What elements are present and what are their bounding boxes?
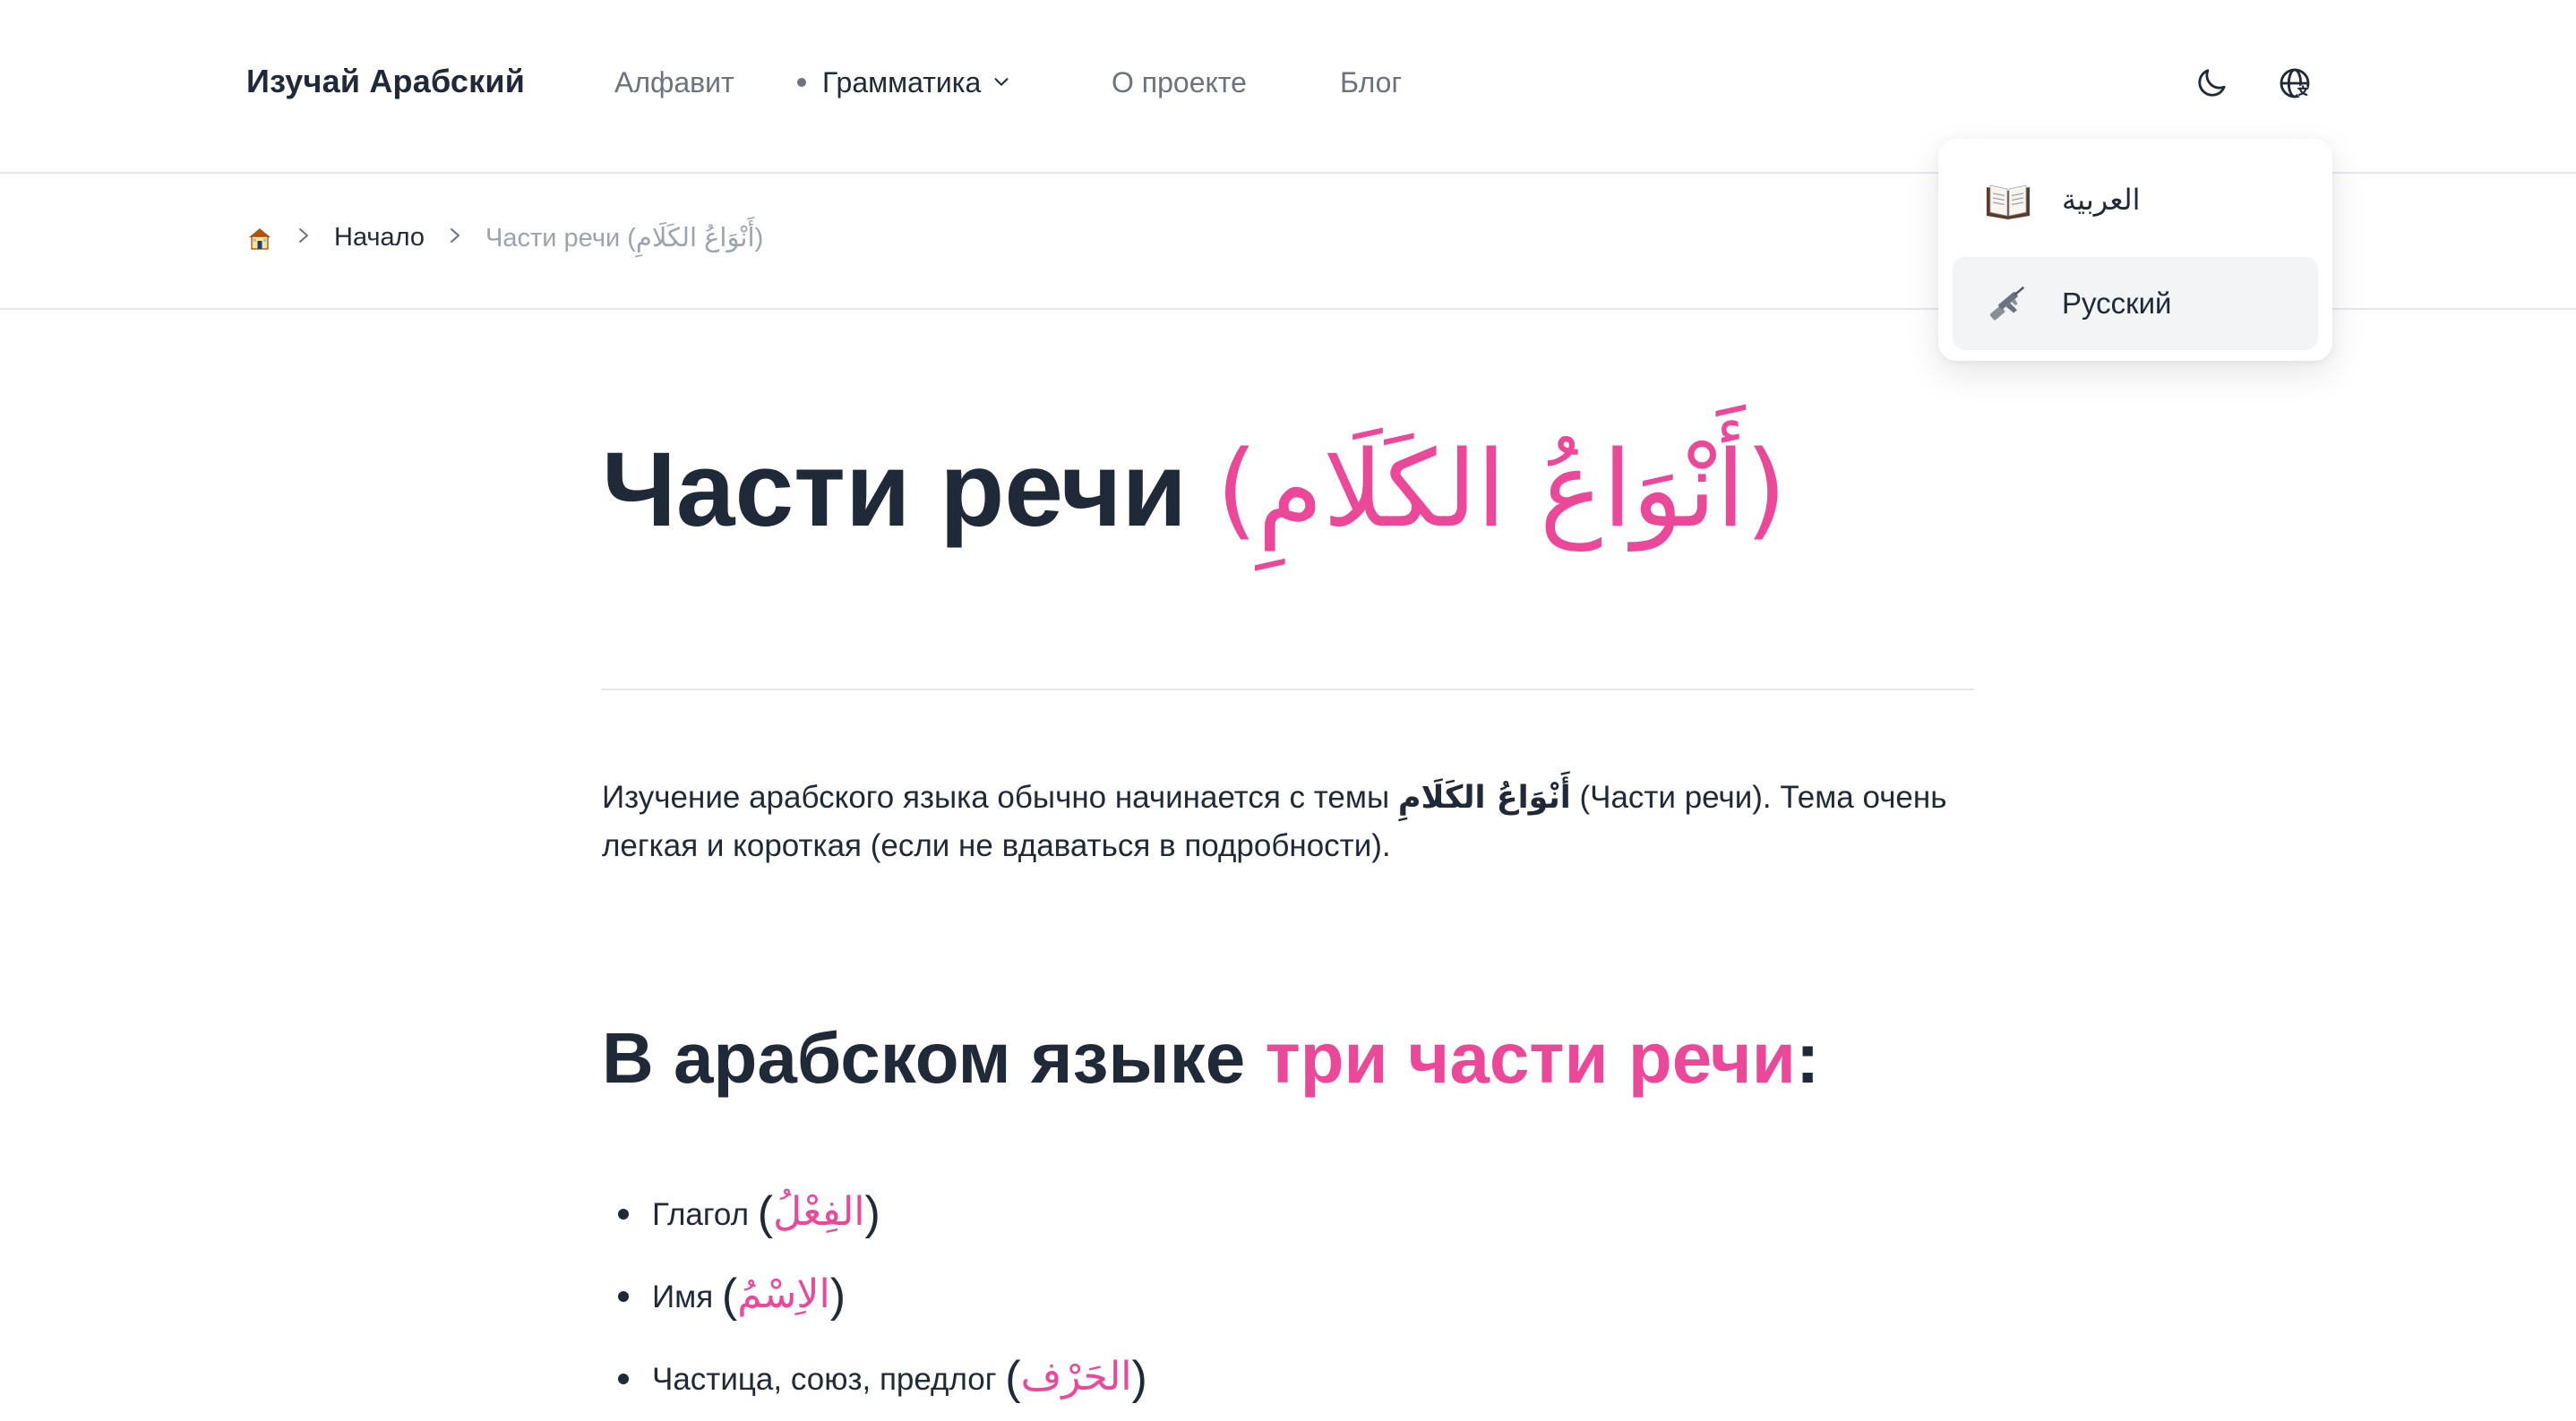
- list-item: Частица, союз, предлог (الحَرْف): [618, 1336, 1147, 1418]
- moon-icon: [2194, 65, 2229, 106]
- list-item-label: Имя: [652, 1280, 714, 1314]
- intro-text-start: Изучение арабского языка обычно начинает…: [602, 780, 1398, 815]
- section-heading-accent: три части речи: [1265, 1018, 1796, 1098]
- active-dot-icon: [797, 77, 806, 87]
- breadcrumb-current: Части речи (أَنْوَاعُ الكَلَامِ): [485, 224, 764, 253]
- intro-paragraph: Изучение арабского языка обычно начинает…: [602, 774, 1974, 870]
- divider: [602, 689, 1974, 690]
- brand-logo[interactable]: Изучай Арабский: [246, 63, 525, 100]
- list-item-arabic: الحَرْف: [1020, 1354, 1132, 1400]
- list-item-arabic: الاِسْمُ: [737, 1271, 830, 1317]
- breadcrumb: Начало Части речи (أَنْوَاعُ الكَلَامِ): [246, 222, 763, 253]
- open-book-icon: [1983, 175, 2033, 225]
- page-title: Части речи (أَنْوَاعُ الكَلَامِ): [602, 426, 1787, 554]
- list-item-label: Глагол: [652, 1197, 749, 1232]
- language-switch-button[interactable]: [2274, 64, 2315, 106]
- nav-blog[interactable]: Блог: [1340, 66, 1402, 99]
- section-heading: В арабском языке три части речи:: [602, 1017, 1820, 1100]
- section-heading-start: В арабском языке: [602, 1018, 1266, 1098]
- section-heading-colon: :: [1795, 1018, 1820, 1098]
- house-icon[interactable]: [246, 225, 273, 252]
- parts-of-speech-list: Глагол (الفِعْلُ) Имя (الاِسْمُ) Частица…: [602, 1171, 1147, 1418]
- nav-alphabet[interactable]: Алфавит: [614, 66, 734, 99]
- nav-grammar-dropdown[interactable]: Грамматика: [797, 66, 1011, 101]
- language-option-arabic[interactable]: العربية: [1953, 153, 2318, 246]
- language-option-label: Русский: [2062, 287, 2172, 320]
- globe-icon: [2277, 65, 2313, 106]
- breadcrumb-start-link[interactable]: Начало: [334, 223, 425, 253]
- list-item: Глагол (الفِعْلُ): [618, 1171, 1147, 1254]
- chevron-right-icon: [296, 223, 311, 253]
- language-option-label: العربية: [2062, 183, 2141, 217]
- chevron-down-icon: [992, 65, 1011, 98]
- list-item: Имя (الاِسْمُ): [618, 1254, 1147, 1336]
- rifle-icon: [1983, 278, 2033, 329]
- list-item-arabic: الفِعْلُ: [773, 1189, 865, 1235]
- intro-arabic-term: أَنْوَاعُ الكَلَامِ: [1397, 780, 1571, 816]
- chevron-right-icon: [448, 223, 462, 253]
- theme-toggle-button[interactable]: [2191, 64, 2232, 106]
- page-title-ru: Части речи: [602, 431, 1188, 549]
- list-item-label: Частица, союз, предлог: [652, 1362, 997, 1397]
- nav-about[interactable]: О проекте: [1112, 66, 1247, 99]
- nav-grammar-label: Грамматика: [822, 66, 982, 98]
- language-dropdown-menu: العربية Русский: [1938, 139, 2332, 361]
- language-option-russian[interactable]: Русский: [1953, 257, 2318, 350]
- page-title-ar: (أَنْوَاعُ الكَلَامِ): [1215, 427, 1787, 551]
